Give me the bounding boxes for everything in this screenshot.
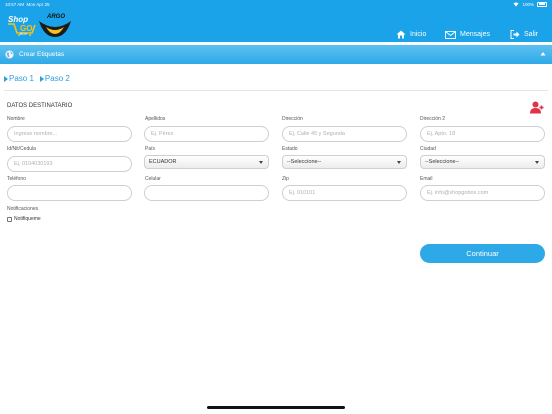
direccion-input[interactable] — [282, 126, 407, 142]
globe-icon — [5, 50, 14, 59]
wizard-steps: Paso 1 Paso 2 — [4, 74, 70, 83]
direccion2-label: Dirección 2 — [420, 116, 446, 122]
status-bar: 10:57 AM Mon Apr 25 100% — [0, 0, 552, 9]
direccion2-input[interactable] — [420, 126, 545, 142]
email-input[interactable] — [420, 185, 545, 201]
chevron-down-icon — [259, 161, 263, 164]
section-title: Crear Etiquetas — [19, 51, 65, 58]
ciudad-label: Ciudad — [420, 146, 436, 152]
telefono-input[interactable] — [7, 185, 132, 201]
notifications-label: Notificaciones — [7, 206, 39, 212]
add-user-icon[interactable] — [530, 101, 545, 114]
collapse-icon[interactable] — [540, 51, 546, 56]
status-time: 10:57 AM Mon Apr 25 — [5, 2, 50, 7]
zip-input[interactable] — [282, 185, 407, 201]
notify-checkbox[interactable] — [7, 216, 12, 222]
wifi-icon — [513, 2, 519, 6]
nav-messages-label: Mensajes — [460, 31, 490, 38]
direccion-label: Dirección — [282, 116, 303, 122]
status-right: 100% — [513, 1, 547, 7]
home-indicator[interactable] — [207, 406, 345, 409]
celular-input[interactable] — [144, 185, 269, 201]
battery-icon — [537, 1, 547, 7]
step-2[interactable]: Paso 2 — [39, 74, 70, 83]
id-input[interactable] — [7, 156, 132, 172]
sign-out-icon — [510, 30, 520, 39]
chevron-down-icon — [397, 161, 401, 164]
pais-select[interactable]: ECUADOR — [144, 155, 269, 169]
form-section-title: DATOS DESTINATARIO — [7, 103, 73, 109]
ciudad-select[interactable]: --Seleccione-- — [420, 155, 545, 169]
estado-select[interactable]: --Seleccione-- — [282, 155, 407, 169]
apellidos-input[interactable] — [144, 126, 269, 142]
argo-logo: ARGO — [38, 14, 72, 38]
chevron-down-icon — [535, 161, 539, 164]
apellidos-label: Apellidos — [145, 116, 166, 122]
nav-home-label: Inicio — [410, 31, 427, 38]
email-label: Email — [420, 176, 433, 182]
estado-label: Estado — [282, 146, 298, 152]
continue-button[interactable]: Continuar — [420, 244, 545, 263]
nav-logout-label: Salir — [524, 31, 539, 38]
caret-right-icon — [4, 75, 8, 82]
telefono-label: Teléfono — [7, 176, 26, 182]
home-icon — [396, 30, 406, 39]
envelope-icon — [445, 30, 456, 39]
divider — [4, 90, 548, 91]
celular-label: Celular — [145, 176, 161, 182]
app-header: Shop GO BOX ARGO Inicio Mensajes Salir — [0, 9, 552, 42]
caret-right-icon — [39, 75, 44, 82]
step-1[interactable]: Paso 1 — [4, 74, 34, 83]
id-label: Id/Nit/Cedula — [7, 146, 36, 152]
pais-label: País — [145, 146, 156, 152]
nombre-label: Nombre — [7, 116, 25, 122]
battery-percent: 100% — [522, 1, 534, 7]
shopgobox-logo: Shop GO BOX — [6, 15, 40, 37]
notify-checkbox-label[interactable]: Notifiqueme — [14, 216, 41, 222]
zip-label: Zip — [282, 176, 289, 182]
notify-row: Notifiqueme — [7, 216, 41, 222]
section-bar[interactable]: Crear Etiquetas — [0, 45, 552, 64]
nombre-input[interactable] — [7, 126, 132, 142]
